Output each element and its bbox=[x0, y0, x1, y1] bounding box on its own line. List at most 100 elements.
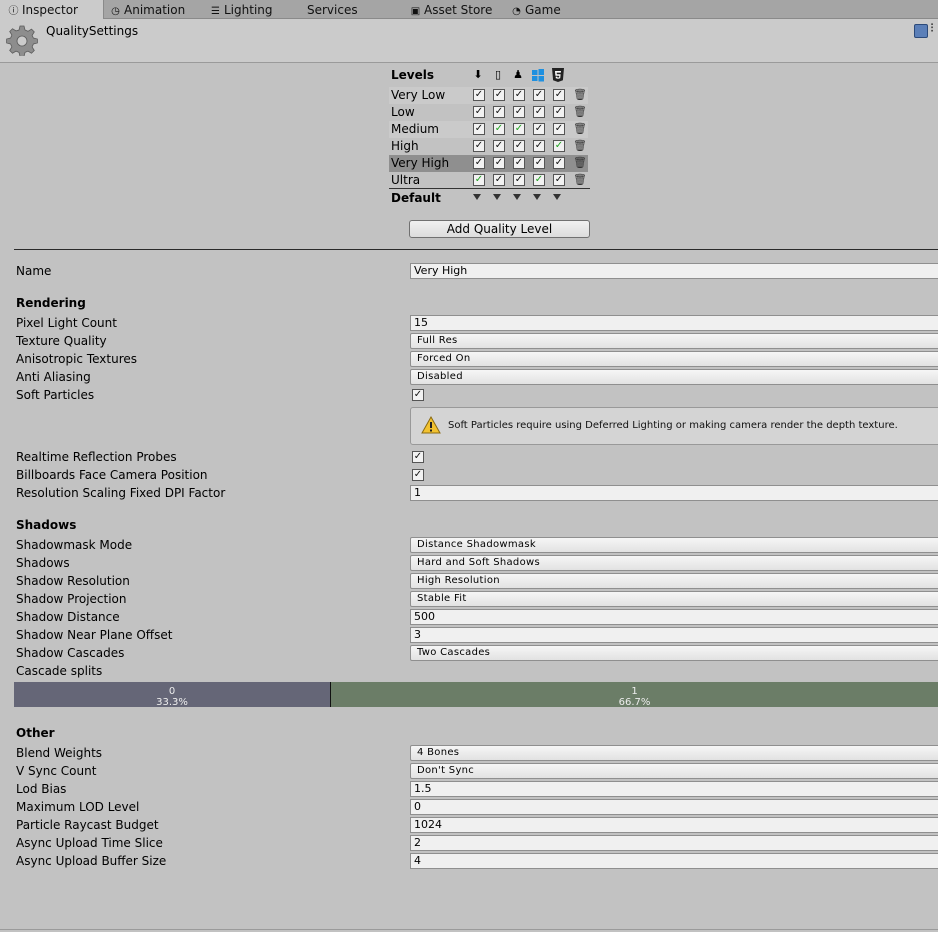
cascade-split-1: 1 66.7% bbox=[331, 682, 938, 708]
platform-level-checkbox[interactable]: ✓ bbox=[533, 174, 545, 186]
quality-level-name: Medium bbox=[391, 122, 439, 136]
shadow-distance-field[interactable]: 500 bbox=[410, 609, 938, 625]
shadows-dropdown[interactable]: Hard and Soft Shadows bbox=[410, 555, 938, 571]
anisotropic-textures-label: Anisotropic Textures bbox=[16, 352, 138, 366]
platform-level-checkbox[interactable]: ✓ bbox=[493, 140, 505, 152]
lod-bias-label: Lod Bias bbox=[16, 782, 67, 796]
window-bottom-border bbox=[0, 929, 938, 930]
billboards-face-camera-checkbox[interactable]: ✓ bbox=[412, 469, 424, 481]
android-icon: ♟ bbox=[513, 68, 523, 81]
tab-game[interactable]: ◔ Game bbox=[511, 0, 561, 18]
cascade-split-0: 0 33.3% bbox=[14, 682, 330, 708]
texture-quality-dropdown[interactable]: Full Res bbox=[410, 333, 938, 349]
trash-icon[interactable]: 🗑 bbox=[573, 106, 587, 118]
shadowmask-mode-dropdown[interactable]: Distance Shadowmask bbox=[410, 537, 938, 553]
platform-level-checkbox[interactable]: ✓ bbox=[473, 89, 485, 101]
platform-level-checkbox[interactable]: ✓ bbox=[473, 123, 485, 135]
tab-lighting[interactable]: ☰ Lighting bbox=[210, 0, 273, 18]
trash-icon[interactable]: 🗑 bbox=[573, 140, 587, 152]
shadow-near-plane-field[interactable]: 3 bbox=[410, 627, 938, 643]
default-label: Default bbox=[391, 191, 441, 205]
async-upload-time-slice-field[interactable]: 2 bbox=[410, 835, 938, 851]
shadows-heading: Shadows bbox=[16, 518, 77, 532]
name-field[interactable]: Very High bbox=[410, 263, 938, 279]
tab-services[interactable]: Services bbox=[307, 0, 358, 18]
quality-level-row[interactable]: Medium ✓ ✓ ✓ ✓ ✓ 🗑 bbox=[389, 121, 588, 138]
quality-level-row[interactable]: Ultra ✓ ✓ ✓ ✓ ✓ 🗑 bbox=[389, 172, 588, 189]
platform-level-checkbox[interactable]: ✓ bbox=[513, 157, 525, 169]
tab-inspector[interactable]: ⓘ Inspector bbox=[0, 0, 104, 19]
tab-asset-store[interactable]: ▣ Asset Store bbox=[410, 0, 493, 18]
dpi-factor-field[interactable]: 1 bbox=[410, 485, 938, 501]
platform-level-checkbox[interactable]: ✓ bbox=[513, 140, 525, 152]
particle-raycast-budget-field[interactable]: 1024 bbox=[410, 817, 938, 833]
anti-aliasing-label: Anti Aliasing bbox=[16, 370, 91, 384]
realtime-reflection-probes-checkbox[interactable]: ✓ bbox=[412, 451, 424, 463]
platform-level-checkbox[interactable]: ✓ bbox=[553, 157, 565, 169]
platform-level-checkbox[interactable]: ✓ bbox=[473, 140, 485, 152]
default-dropdown-webgl[interactable] bbox=[553, 194, 561, 200]
platform-level-checkbox[interactable]: ✓ bbox=[513, 106, 525, 118]
trash-icon[interactable]: 🗑 bbox=[573, 89, 587, 101]
default-dropdown-standalone[interactable] bbox=[473, 194, 481, 200]
help-book-icon[interactable] bbox=[914, 24, 928, 38]
async-upload-buffer-size-field[interactable]: 4 bbox=[410, 853, 938, 869]
platform-level-checkbox[interactable]: ✓ bbox=[473, 157, 485, 169]
anti-aliasing-dropdown[interactable]: Disabled bbox=[410, 369, 938, 385]
platform-level-checkbox[interactable]: ✓ bbox=[513, 174, 525, 186]
default-dropdown-ios[interactable] bbox=[493, 194, 501, 200]
platform-level-checkbox[interactable]: ✓ bbox=[493, 174, 505, 186]
tab-animation[interactable]: ◷ Animation bbox=[110, 0, 185, 18]
component-title: QualitySettings bbox=[46, 24, 139, 38]
quality-level-row[interactable]: High ✓ ✓ ✓ ✓ ✓ 🗑 bbox=[389, 138, 588, 155]
platform-level-checkbox[interactable]: ✓ bbox=[513, 123, 525, 135]
max-lod-level-label: Maximum LOD Level bbox=[16, 800, 140, 814]
vsync-count-dropdown[interactable]: Don't Sync bbox=[410, 763, 938, 779]
quality-level-row[interactable]: Low ✓ ✓ ✓ ✓ ✓ 🗑 bbox=[389, 104, 588, 121]
platform-level-checkbox[interactable]: ✓ bbox=[553, 140, 565, 152]
platform-level-checkbox[interactable]: ✓ bbox=[533, 106, 545, 118]
anisotropic-textures-dropdown[interactable]: Forced On bbox=[410, 351, 938, 367]
default-dropdown-windows[interactable] bbox=[533, 194, 541, 200]
shadow-projection-label: Shadow Projection bbox=[16, 592, 127, 606]
platform-level-checkbox[interactable]: ✓ bbox=[473, 174, 485, 186]
platform-level-checkbox[interactable]: ✓ bbox=[553, 123, 565, 135]
platform-level-checkbox[interactable]: ✓ bbox=[473, 106, 485, 118]
phone-icon: ▯ bbox=[494, 68, 502, 81]
default-dropdown-android[interactable] bbox=[513, 194, 521, 200]
platform-level-checkbox[interactable]: ✓ bbox=[533, 123, 545, 135]
quality-level-row[interactable]: Very Low ✓ ✓ ✓ ✓ ✓ 🗑 bbox=[389, 87, 588, 104]
trash-icon[interactable]: 🗑 bbox=[573, 174, 587, 186]
pixel-light-count-label: Pixel Light Count bbox=[16, 316, 117, 330]
trash-icon[interactable]: 🗑 bbox=[573, 123, 587, 135]
platform-level-checkbox[interactable]: ✓ bbox=[533, 89, 545, 101]
shadowmask-mode-label: Shadowmask Mode bbox=[16, 538, 133, 552]
trash-icon[interactable]: 🗑 bbox=[573, 157, 587, 169]
max-lod-level-field[interactable]: 0 bbox=[410, 799, 938, 815]
pixel-light-count-field[interactable]: 15 bbox=[410, 315, 938, 331]
settings-menu-icon[interactable]: ⁝ bbox=[930, 21, 934, 36]
blend-weights-dropdown[interactable]: 4 Bones bbox=[410, 745, 938, 761]
shadow-resolution-dropdown[interactable]: High Resolution bbox=[410, 573, 938, 589]
lod-bias-field[interactable]: 1.5 bbox=[410, 781, 938, 797]
quality-level-name: Ultra bbox=[391, 173, 421, 187]
dpi-factor-label: Resolution Scaling Fixed DPI Factor bbox=[16, 486, 226, 500]
platform-level-checkbox[interactable]: ✓ bbox=[493, 89, 505, 101]
platform-level-checkbox[interactable]: ✓ bbox=[533, 157, 545, 169]
platform-level-checkbox[interactable]: ✓ bbox=[513, 89, 525, 101]
platform-level-checkbox[interactable]: ✓ bbox=[553, 106, 565, 118]
platform-level-checkbox[interactable]: ✓ bbox=[493, 106, 505, 118]
shadow-resolution-label: Shadow Resolution bbox=[16, 574, 130, 588]
shadow-projection-dropdown[interactable]: Stable Fit bbox=[410, 591, 938, 607]
cascade-split-0-index: 0 bbox=[168, 686, 176, 697]
soft-particles-checkbox[interactable]: ✓ bbox=[412, 389, 424, 401]
add-quality-level-button[interactable]: Add Quality Level bbox=[409, 220, 590, 238]
platform-level-checkbox[interactable]: ✓ bbox=[553, 89, 565, 101]
levels-title: Levels bbox=[391, 68, 435, 82]
platform-level-checkbox[interactable]: ✓ bbox=[533, 140, 545, 152]
quality-level-row[interactable]: Very High ✓ ✓ ✓ ✓ ✓ 🗑 bbox=[389, 155, 588, 172]
platform-level-checkbox[interactable]: ✓ bbox=[493, 123, 505, 135]
platform-level-checkbox[interactable]: ✓ bbox=[553, 174, 565, 186]
shadow-cascades-dropdown[interactable]: Two Cascades bbox=[410, 645, 938, 661]
platform-level-checkbox[interactable]: ✓ bbox=[493, 157, 505, 169]
